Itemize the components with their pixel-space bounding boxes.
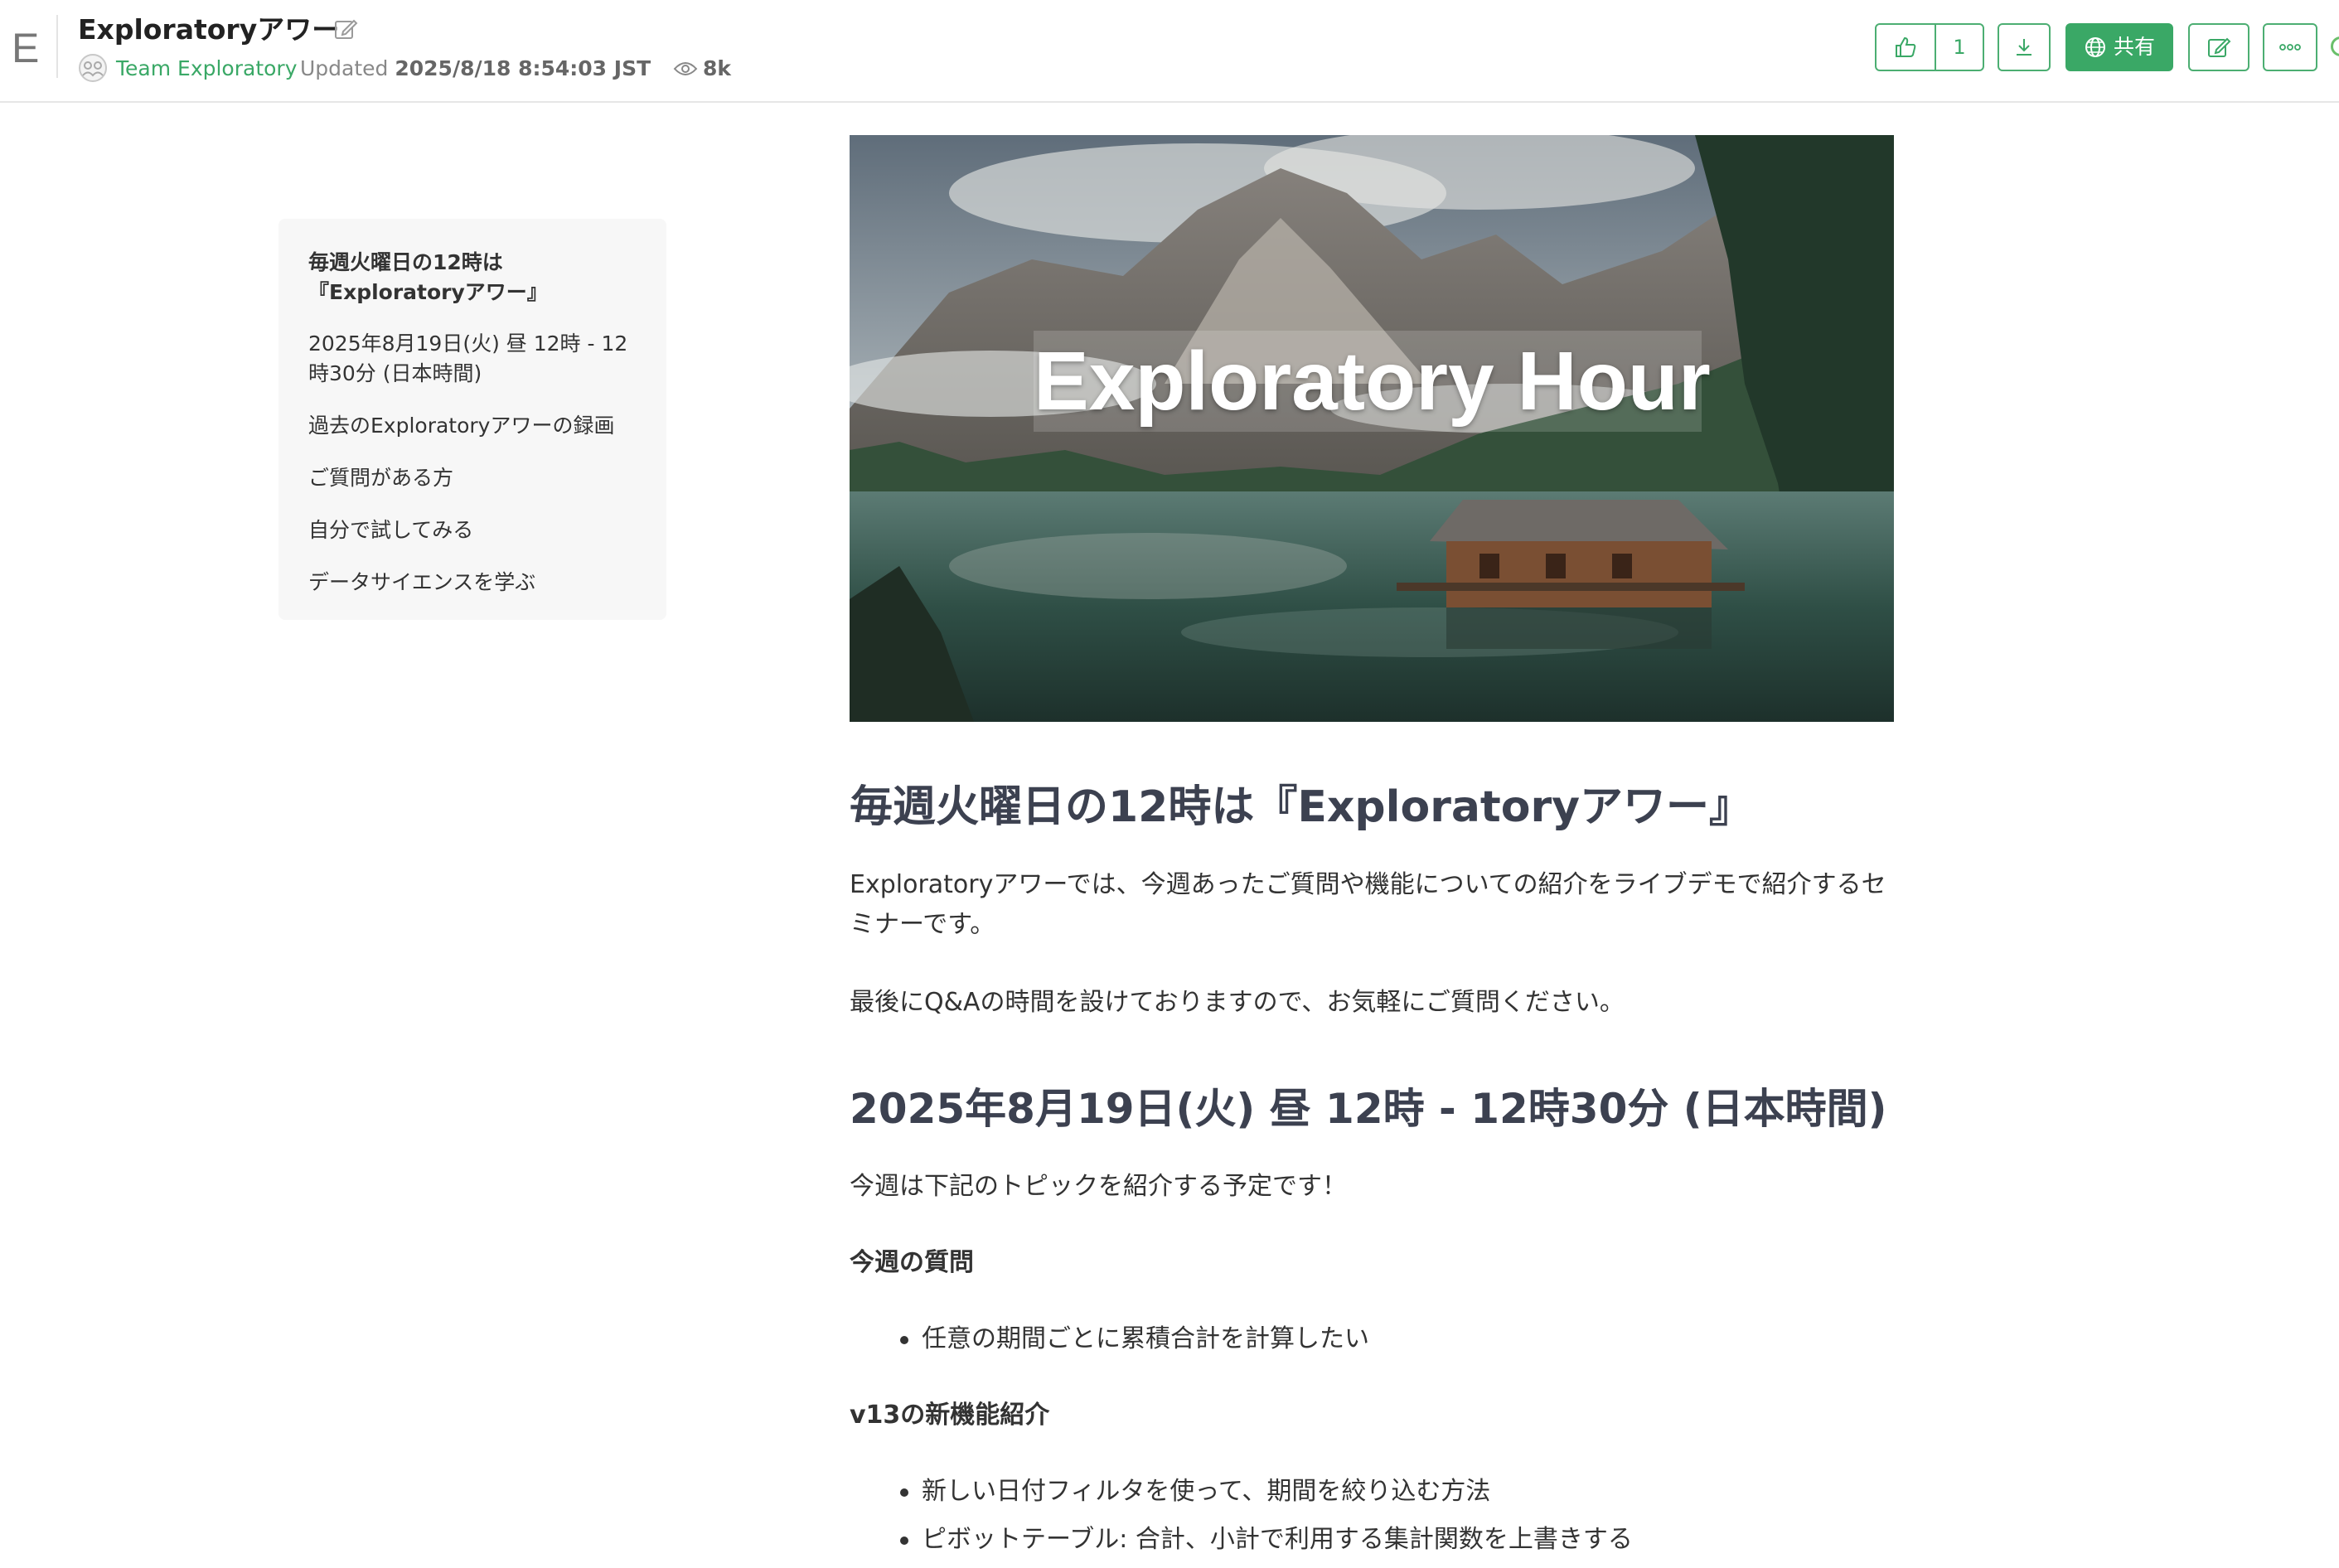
paragraph-topics: 今週は下記のトピックを紹介する予定です！ <box>850 1172 1347 1201</box>
list-item: 任意の期間ごとに累積合計を計算したい <box>922 1324 1369 1353</box>
header-divider <box>56 15 58 78</box>
bullet-marker <box>900 1472 918 1512</box>
heading-date: 2025年8月19日(火) 昼 12時 - 12時30分 (日本時間) <box>850 1085 1887 1133</box>
updated-timestamp: Updated 2025/8/18 8:54:03 JST <box>300 55 651 83</box>
more-button[interactable] <box>2263 23 2317 71</box>
like-count: 1 <box>1953 36 1966 59</box>
list-item: ピボットテーブル: 合計、小計で利用する集計関数を上書きする <box>922 1525 1633 1554</box>
edit-icon <box>2208 37 2231 57</box>
team-link[interactable]: Team Exploratory <box>116 55 298 83</box>
list-item: 新しい日付フィルタを使って、期間を絞り込む方法 <box>922 1477 1491 1506</box>
bullet-marker <box>900 1520 918 1560</box>
heading-intro: 毎週火曜日の12時は『Exploratoryアワー』 <box>850 782 1753 832</box>
share-label: 共有 <box>2114 35 2156 59</box>
download-button[interactable] <box>1998 23 2051 71</box>
toc-item-learn[interactable]: データサイエンスを学ぶ <box>308 568 640 598</box>
questions-heading: 今週の質問 <box>850 1248 974 1277</box>
bullet-marker <box>900 1319 918 1359</box>
top-header: E Exploratoryアワー Team Exploratory Update… <box>0 0 2339 103</box>
table-of-contents: 毎週火曜日の12時は『Exploratoryアワー』 2025年8月19日(火)… <box>278 219 666 620</box>
eye-icon <box>673 62 698 75</box>
share-button[interactable]: 共有 <box>2065 23 2173 71</box>
edit-button[interactable] <box>2188 23 2249 71</box>
toc-item-recordings[interactable]: 過去のExploratoryアワーの録画 <box>308 411 640 441</box>
download-icon <box>2017 39 2031 56</box>
thumbs-up-icon <box>1896 36 1916 57</box>
page-title: Exploratoryアワー <box>78 13 340 46</box>
like-button[interactable]: 1 <box>1875 23 1984 71</box>
toc-item-intro[interactable]: 毎週火曜日の12時は『Exploratoryアワー』 <box>308 248 640 307</box>
toc-item-questions[interactable]: ご質問がある方 <box>308 463 640 493</box>
updated-value: 2025/8/18 8:54:03 JST <box>395 56 651 80</box>
globe-icon <box>2085 37 2105 57</box>
team-icon <box>79 54 107 82</box>
hero-banner-image: Exploratory Hour <box>850 135 1894 722</box>
updated-label: Updated <box>300 56 389 80</box>
paragraph-intro: Exploratoryアワーでは、今週あったご質問や機能についての紹介をライブデ… <box>850 870 1886 939</box>
edit-icon[interactable] <box>333 17 358 41</box>
hero-caption-text: Exploratory Hour <box>1034 335 1711 428</box>
paragraph-qa: 最後にQ&Aの時間を設けておりますので、お気軽にご質問ください。 <box>850 988 1625 1017</box>
app-logo[interactable]: E <box>12 25 39 71</box>
features-heading: v13の新機能紹介 <box>850 1401 1050 1430</box>
toc-item-try[interactable]: 自分で試してみる <box>308 515 640 545</box>
user-avatar[interactable] <box>2331 36 2339 56</box>
hero-caption-box: Exploratory Hour <box>1034 331 1711 432</box>
toc-item-date[interactable]: 2025年8月19日(火) 昼 12時 - 12時30分 (日本時間) <box>308 329 640 389</box>
view-count: 8k <box>703 56 732 80</box>
more-icon <box>2279 44 2301 51</box>
